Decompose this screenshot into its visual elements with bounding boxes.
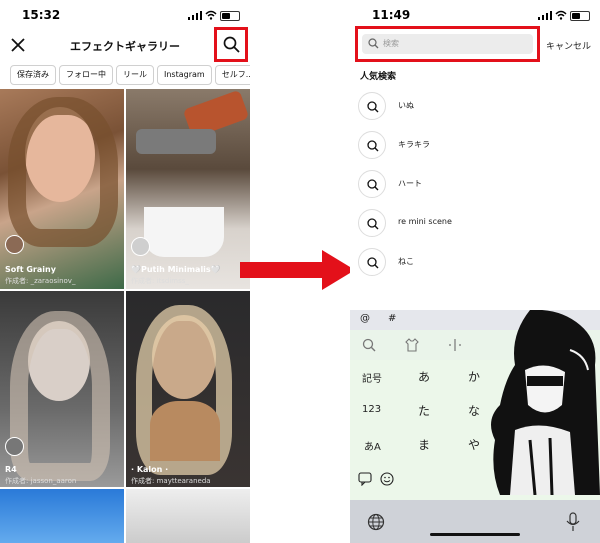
search-icon [358, 131, 386, 159]
effect-creator: 作成者: itsdimss_ [131, 277, 189, 285]
wifi-icon [555, 10, 567, 20]
effect-creator: 作成者: _zaraosinov_ [5, 277, 76, 285]
avatar [5, 235, 24, 254]
search-input[interactable]: 検索 [362, 34, 533, 54]
search-icon [358, 248, 386, 276]
home-indicator [430, 533, 520, 536]
kana-key-a[interactable]: あ [418, 368, 430, 385]
at-key[interactable]: @ [360, 313, 370, 324]
suggestion-item[interactable]: いぬ [358, 92, 558, 120]
suggestion-label: キラキラ [398, 140, 430, 149]
effect-gallery-screen: 15:32 エフェクトギャラリー 保存済み フォロー中 リール Instagram セル… [0, 0, 250, 543]
signal-icon [538, 11, 552, 20]
suggestion-item[interactable]: ハート [358, 170, 558, 198]
battery-icon [220, 11, 240, 21]
search-icon[interactable] [362, 338, 376, 352]
cursor-move-icon[interactable] [448, 338, 462, 352]
chip-selfie[interactable]: セルフ... [214, 65, 250, 85]
page-title: エフェクトギャラリー [70, 40, 180, 53]
shirt-icon[interactable] [405, 338, 419, 352]
status-time: 15:32 [22, 8, 61, 22]
effect-creator: 作成者: jasson_aaron [5, 477, 77, 485]
search-bar[interactable]: 検索 [355, 26, 540, 62]
suggestion-label: re mini scene [398, 217, 452, 226]
effect-name: 🤍Putih Minimalis🤍 [131, 265, 221, 274]
keyboard-bottom-bar [350, 500, 600, 543]
suggestion-label: いぬ [398, 101, 414, 110]
search-icon [358, 209, 386, 237]
chip-following[interactable]: フォロー中 [59, 65, 113, 85]
avatar [131, 237, 150, 256]
suggestion-item[interactable]: re mini scene [358, 209, 558, 237]
effect-tile[interactable]: Soft Grainy 作成者: _zaraosinov_ [0, 89, 124, 289]
overlay-figure-image [491, 310, 600, 495]
battery-icon [570, 11, 590, 21]
effect-name: Soft Grainy [5, 265, 56, 274]
search-button[interactable] [214, 27, 248, 62]
search-icon [358, 92, 386, 120]
search-icon [358, 170, 386, 198]
effect-tile[interactable]: R4 作成者: jasson_aaron [0, 291, 124, 487]
effect-tile[interactable] [0, 489, 124, 543]
signal-icon [188, 11, 202, 20]
effect-tile[interactable]: · Kalon · 作成者: mayttearaneda [126, 291, 250, 487]
arrow-icon [240, 250, 355, 290]
chip-reels[interactable]: リール [116, 65, 154, 85]
effect-name: · Kalon · [131, 465, 169, 474]
popular-searches-heading: 人気検索 [360, 72, 397, 82]
effect-tile[interactable]: 🤍Putih Minimalis🤍 作成者: itsdimss_ [126, 89, 250, 289]
search-placeholder: 検索 [383, 39, 399, 48]
kana-key-ta[interactable]: た [418, 402, 430, 419]
suggestion-label: ハート [398, 179, 422, 188]
suggestion-item[interactable]: ねこ [358, 248, 558, 276]
globe-icon[interactable] [367, 513, 385, 531]
effect-creator: 作成者: mayttearaneda [131, 477, 211, 485]
avatar [5, 437, 24, 456]
filter-chips: 保存済みフォロー中リールInstagramセルフ... [10, 62, 250, 85]
search-icon [368, 38, 379, 49]
symbol-key[interactable]: 記号 [362, 370, 382, 385]
status-time: 11:49 [372, 8, 411, 22]
cancel-button[interactable]: キャンセル [546, 39, 591, 52]
chat-icon[interactable] [358, 472, 372, 486]
chip-instagram[interactable]: Instagram [157, 65, 212, 85]
effect-grid: Soft Grainy 作成者: _zaraosinov_ 🤍Putih Min… [0, 89, 250, 543]
status-bar: 15:32 [0, 0, 250, 30]
emoji-icon[interactable] [380, 472, 394, 486]
suggestion-item[interactable]: キラキラ [358, 131, 558, 159]
number-key[interactable]: 123 [362, 404, 381, 415]
suggestion-label: ねこ [398, 257, 414, 266]
effect-tile[interactable] [126, 489, 250, 543]
hash-key[interactable]: # [388, 313, 396, 324]
kana-switch-key[interactable]: あA [364, 438, 381, 453]
header: エフェクトギャラリー [0, 30, 250, 60]
microphone-icon[interactable] [566, 512, 580, 532]
wifi-icon [205, 10, 217, 20]
kana-key-ma[interactable]: ま [418, 436, 430, 453]
effect-name: R4 [5, 465, 17, 474]
search-icon [223, 36, 240, 53]
chip-saved[interactable]: 保存済み [10, 65, 56, 85]
